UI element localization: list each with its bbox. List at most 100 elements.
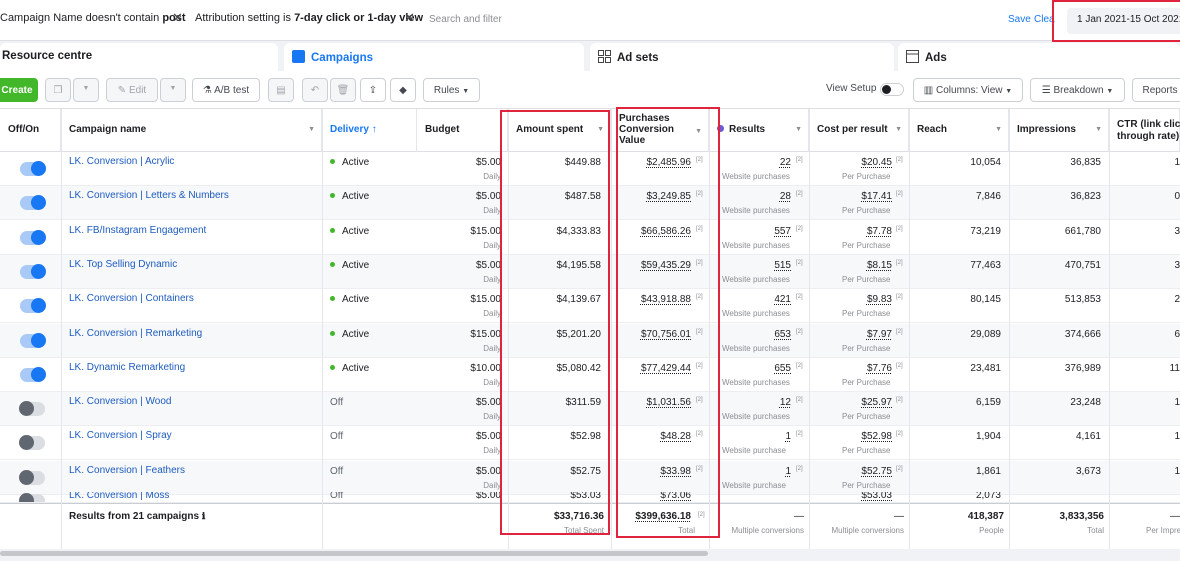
results-value[interactable]: 12: [709, 397, 791, 408]
cost-per-result-value[interactable]: $9.83: [809, 294, 892, 305]
reach-value: 1,861: [975, 466, 1001, 477]
results-value[interactable]: 28: [709, 191, 791, 202]
campaign-name-link[interactable]: LK. Conversion | Feathers: [69, 465, 185, 476]
cost-per-result-value[interactable]: $17.41: [809, 191, 892, 202]
rules-button[interactable]: Rules ▼: [423, 78, 480, 102]
cost-per-result-value[interactable]: $53.03: [809, 492, 892, 501]
ctr-value: 3: [1174, 260, 1180, 271]
tag-icon[interactable]: ◆: [390, 78, 416, 102]
close-icon[interactable]: ✕: [172, 10, 183, 26]
budget-value: $10.00: [470, 363, 501, 374]
cost-per-result-value[interactable]: $7.78: [809, 226, 892, 237]
cost-per-result-value[interactable]: $52.98: [809, 431, 892, 442]
campaign-toggle[interactable]: [19, 401, 45, 416]
campaign-name-link[interactable]: LK. Conversion | Acrylic: [69, 156, 174, 167]
campaign-name-link[interactable]: LK. FB/Instagram Engagement: [69, 225, 206, 236]
column-header-ctr[interactable]: CTR (link click- through rate): [1109, 109, 1180, 152]
column-header-cost-per-result[interactable]: Cost per result ▼: [809, 109, 909, 152]
campaign-name-link[interactable]: LK. Conversion | Containers: [69, 293, 194, 304]
campaign-name-link[interactable]: LK. Dynamic Remarketing: [69, 362, 185, 373]
filter-bar: Campaign Name doesn't contain post ✕ Att…: [0, 0, 1180, 41]
cost-per-result-value[interactable]: $7.97: [809, 329, 892, 340]
column-header-campaign-name[interactable]: Campaign name ▼: [61, 109, 322, 152]
tab-ad-sets[interactable]: Ad sets: [590, 43, 894, 71]
campaign-toggle[interactable]: [20, 161, 46, 176]
campaign-name-link[interactable]: LK. Conversion | Wood: [69, 396, 171, 407]
column-header-results[interactable]: Results ▼: [709, 109, 809, 152]
horizontal-scrollbar[interactable]: [0, 549, 1180, 561]
close-icon[interactable]: ✕: [404, 10, 415, 26]
campaign-name-link[interactable]: LK. Conversion | Moss: [69, 492, 169, 501]
columns-button[interactable]: ▥ Columns: View ▼: [913, 78, 1023, 102]
campaign-toggle[interactable]: [19, 435, 45, 450]
chevron-down-icon: ▼: [995, 126, 1002, 133]
results-value[interactable]: 655: [709, 363, 791, 374]
campaign-toggle[interactable]: [19, 470, 45, 485]
campaign-name-link[interactable]: LK. Top Selling Dynamic: [69, 259, 177, 270]
campaign-toggle[interactable]: [19, 493, 45, 502]
save-filter-link[interactable]: Save: [1008, 14, 1031, 25]
tab-resource-centre[interactable]: Resource centre: [0, 43, 278, 71]
delivery-label: Off: [330, 466, 344, 477]
results-value[interactable]: 515: [709, 260, 791, 271]
tab-label: Ad sets: [617, 52, 659, 64]
column-header-delivery[interactable]: Delivery ↑: [322, 109, 417, 152]
search-input[interactable]: Search and filter: [429, 14, 502, 25]
active-dot-icon: [330, 193, 335, 198]
results-value[interactable]: 421: [709, 294, 791, 305]
reports-button[interactable]: Reports: [1132, 78, 1180, 102]
clipboard-icon[interactable]: ▤: [268, 78, 294, 102]
trash-icon[interactable]: 🗑: [330, 78, 356, 102]
impressions-value: 513,853: [1064, 294, 1101, 305]
edit-button[interactable]: ✎ Edit: [106, 78, 158, 102]
chevron-down-icon[interactable]: ▼: [73, 78, 99, 102]
filter-chip-attribution[interactable]: Attribution setting is 7-day click or 1-…: [195, 12, 423, 24]
scrollbar-thumb[interactable]: [0, 551, 708, 556]
budget-type: Daily: [483, 481, 501, 490]
filter-chip-campaign-name[interactable]: Campaign Name doesn't contain post: [0, 12, 186, 24]
chevron-down-icon[interactable]: ▼: [160, 78, 186, 102]
delivery-label: Active: [342, 329, 370, 340]
total-results: —: [794, 511, 804, 522]
info-icon[interactable]: ℹ: [202, 511, 205, 521]
tab-campaigns[interactable]: Campaigns: [284, 43, 584, 71]
campaign-toggle[interactable]: [20, 298, 46, 313]
results-value[interactable]: 1: [709, 431, 791, 442]
column-header-impressions[interactable]: Impressions ▼: [1009, 109, 1109, 152]
undo-icon[interactable]: ↶: [302, 78, 328, 102]
cost-per-result-value[interactable]: $7.76: [809, 363, 892, 374]
rules-label: Rules: [433, 85, 460, 96]
attribution-badge: [2]: [896, 294, 903, 300]
results-value[interactable]: 653: [709, 329, 791, 340]
campaign-name-link[interactable]: LK. Conversion | Remarketing: [69, 328, 202, 339]
breakdown-button[interactable]: ☰ Breakdown ▼: [1030, 78, 1125, 102]
campaign-name-link[interactable]: LK. Conversion | Letters & Numbers: [69, 190, 229, 201]
campaign-toggle[interactable]: [20, 264, 46, 279]
cost-per-result-value[interactable]: $20.45: [809, 157, 892, 168]
column-header-budget[interactable]: Budget: [417, 109, 508, 152]
results-value[interactable]: 1: [709, 466, 791, 477]
chevron-down-icon: ▼: [1106, 88, 1114, 95]
results-value[interactable]: 557: [709, 226, 791, 237]
chevron-down-icon: ▼: [895, 126, 902, 133]
attribution-badge: [2]: [896, 157, 903, 163]
create-button[interactable]: Create: [0, 78, 38, 102]
cost-per-result-value[interactable]: $8.15: [809, 260, 892, 271]
campaign-toggle[interactable]: [20, 230, 46, 245]
attribution-badge: [2]: [896, 329, 903, 335]
export-icon[interactable]: ⇪: [360, 78, 386, 102]
results-value[interactable]: 22: [709, 157, 791, 168]
cost-per-result-value[interactable]: $52.75: [809, 466, 892, 477]
column-header-off-on[interactable]: Off/On: [0, 109, 61, 152]
column-header-reach[interactable]: Reach ▼: [909, 109, 1009, 152]
campaign-toggle[interactable]: [20, 367, 46, 382]
campaign-name-link[interactable]: LK. Conversion | Spray: [69, 430, 172, 441]
view-setup-toggle[interactable]: [880, 83, 904, 96]
campaign-toggle[interactable]: [20, 333, 46, 348]
budget-type: Daily: [483, 206, 501, 215]
duplicate-icon[interactable]: ❐: [45, 78, 71, 102]
campaign-toggle[interactable]: [20, 195, 46, 210]
ab-test-button[interactable]: ⚗ A/B test: [192, 78, 260, 102]
tab-ads[interactable]: Ads: [898, 43, 1180, 71]
cost-per-result-value[interactable]: $25.97: [809, 397, 892, 408]
